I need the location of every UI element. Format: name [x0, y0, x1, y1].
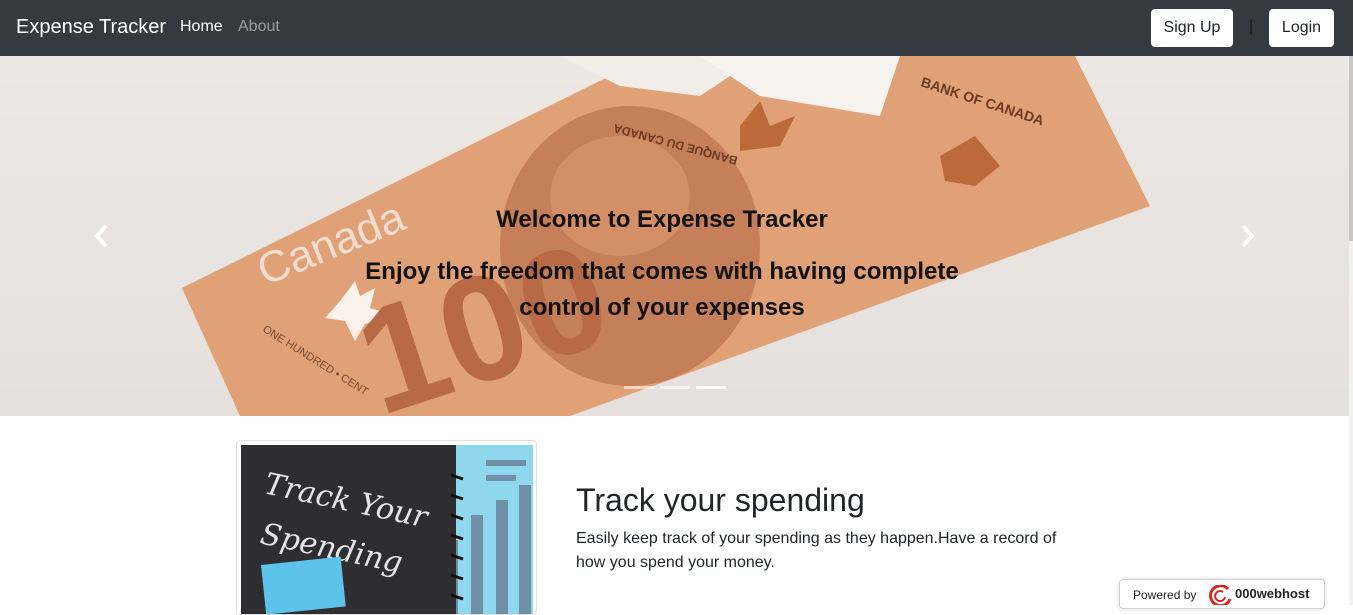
carousel-next-button[interactable]	[1237, 222, 1259, 250]
top-navbar: Expense Tracker Home About Sign Up | Log…	[0, 0, 1353, 56]
feature-image: Track Your Spending	[241, 445, 533, 614]
page-scrollbar[interactable]	[1349, 56, 1353, 605]
sticky-note	[261, 556, 346, 614]
nav-separator: |	[1249, 18, 1254, 35]
chevron-right-icon	[1241, 224, 1255, 248]
carousel-indicator-3[interactable]	[696, 386, 726, 389]
powered-by-label: Powered by	[1133, 588, 1197, 602]
carousel-prev-button[interactable]	[90, 222, 112, 250]
chevron-left-icon	[94, 224, 108, 248]
webhost-name: 000webhost	[1235, 586, 1310, 601]
banknote-image: 100 Canada BANK OF CANADA BANQUE DU CANA…	[182, 56, 1150, 416]
hero-carousel: 100 Canada BANK OF CANADA BANQUE DU CANA…	[0, 56, 1349, 416]
scrollbar-thumb[interactable]	[1349, 56, 1353, 241]
sign-up-button[interactable]: Sign Up	[1151, 9, 1233, 47]
feature-title: Track your spending	[576, 482, 865, 518]
login-button[interactable]: Login	[1269, 9, 1334, 47]
nav-link-home[interactable]: Home	[180, 18, 223, 36]
carousel-indicator-2[interactable]	[660, 386, 690, 389]
carousel-indicator-1[interactable]	[624, 386, 654, 389]
brand-link[interactable]: Expense Tracker	[16, 16, 166, 39]
feature-description: Easily keep track of your spending as th…	[576, 530, 1057, 571]
feature-image-card: Track Your Spending	[236, 440, 537, 615]
hero-title: Welcome to Expense Tracker	[496, 206, 828, 233]
webhost-logo-icon	[1209, 585, 1232, 605]
nav-link-about[interactable]: About	[238, 18, 280, 36]
hero-subtitle: Enjoy the freedom that comes with having…	[365, 258, 959, 321]
